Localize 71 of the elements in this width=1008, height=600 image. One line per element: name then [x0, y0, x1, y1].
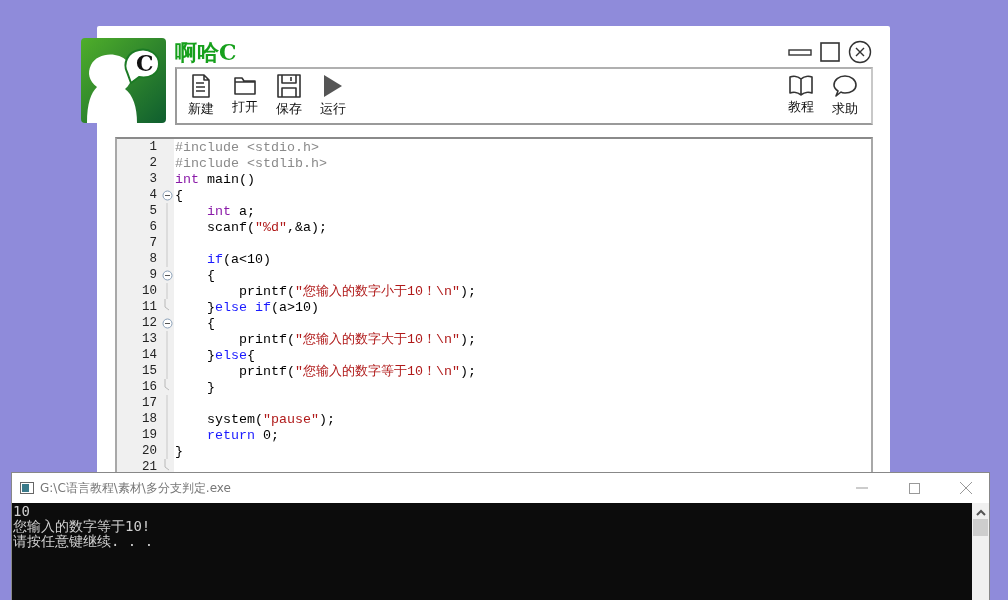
- line-number: 15: [141, 364, 158, 378]
- code-editor[interactable]: [115, 137, 873, 472]
- line-number: 1: [148, 140, 158, 154]
- console-output: 请按任意键继续. . .: [13, 534, 155, 549]
- line-number: 2: [148, 156, 158, 170]
- code-line: system("pause");: [206, 411, 335, 427]
- code-line: }: [174, 443, 183, 459]
- code-line: if(a<10): [206, 251, 271, 267]
- line-number: 3: [148, 172, 158, 186]
- line-number: 16: [141, 380, 158, 394]
- toolbar-button[interactable]: 保存: [271, 74, 307, 118]
- scrollbar[interactable]: [972, 503, 989, 600]
- toolbar-button[interactable]: 求助: [827, 74, 863, 118]
- code-line: }else if(a>10): [206, 299, 319, 315]
- close-icon: [848, 39, 872, 64]
- code-line: }else{: [206, 347, 255, 363]
- code-line: printf("您输入的数字大于10！\n");: [238, 331, 476, 348]
- console-title: G:\C语言教程\素材\多分支判定.exe: [40, 479, 232, 497]
- code-line: #include <stdlib.h>: [174, 155, 327, 171]
- line-number: 11: [141, 300, 158, 314]
- line-number: 12: [141, 316, 158, 330]
- code-line: int main(): [174, 171, 255, 187]
- line-number: 21: [141, 460, 158, 472]
- collapse-icon[interactable]: [161, 317, 173, 329]
- code-line: printf("您输入的数字小于10！\n");: [238, 283, 476, 300]
- collapse-icon[interactable]: [161, 269, 173, 281]
- line-number: 19: [141, 428, 158, 442]
- code-line: return 0;: [206, 427, 279, 443]
- code-line: scanf("%d",&a);: [206, 219, 327, 235]
- line-number: 17: [141, 396, 158, 410]
- minimize-icon: [856, 487, 868, 489]
- logo-letter: C: [136, 52, 154, 74]
- line-number: 18: [141, 412, 158, 426]
- speech-bubble-icon: [832, 74, 858, 98]
- document-icon: [191, 74, 211, 98]
- line-number: 8: [148, 252, 158, 266]
- console-output: 您输入的数字等于10!: [13, 519, 152, 534]
- toolbar-button[interactable]: 教程: [783, 74, 819, 118]
- folder-icon: [233, 74, 257, 96]
- line-number: 5: [148, 204, 158, 218]
- console-output: 10: [13, 504, 31, 519]
- code-line: {: [206, 315, 215, 331]
- code-line: {: [174, 187, 183, 203]
- toolbar-button[interactable]: 新建: [183, 74, 219, 118]
- line-number: 20: [141, 444, 158, 458]
- code-line: {: [206, 267, 215, 283]
- toolbar-button[interactable]: 打开: [227, 74, 263, 118]
- book-icon: [788, 74, 814, 96]
- line-number: 7: [148, 236, 158, 250]
- line-number: 10: [141, 284, 158, 298]
- collapse-icon[interactable]: [161, 189, 173, 201]
- line-number: 9: [148, 268, 158, 282]
- scroll-up-icon[interactable]: [975, 508, 986, 518]
- console-app-icon: [20, 482, 34, 494]
- app-title: 啊哈C: [175, 39, 237, 64]
- code-line: }: [206, 379, 215, 395]
- maximize-icon: [908, 482, 920, 494]
- line-number: 14: [141, 348, 158, 362]
- minimize-icon: [788, 46, 812, 57]
- line-number: 6: [148, 220, 158, 234]
- line-number: 4: [148, 188, 158, 202]
- code-line: #include <stdio.h>: [174, 139, 319, 155]
- line-number: 13: [141, 332, 158, 346]
- code-line: printf("您输入的数字等于10！\n");: [238, 363, 476, 380]
- maximize-icon: [819, 40, 841, 63]
- scroll-thumb[interactable]: [973, 519, 988, 536]
- close-icon: [960, 482, 972, 494]
- code-line: int a;: [206, 203, 255, 219]
- play-icon: [323, 74, 343, 98]
- close-button[interactable]: [847, 38, 873, 65]
- toolbar-button[interactable]: 运行: [315, 74, 351, 118]
